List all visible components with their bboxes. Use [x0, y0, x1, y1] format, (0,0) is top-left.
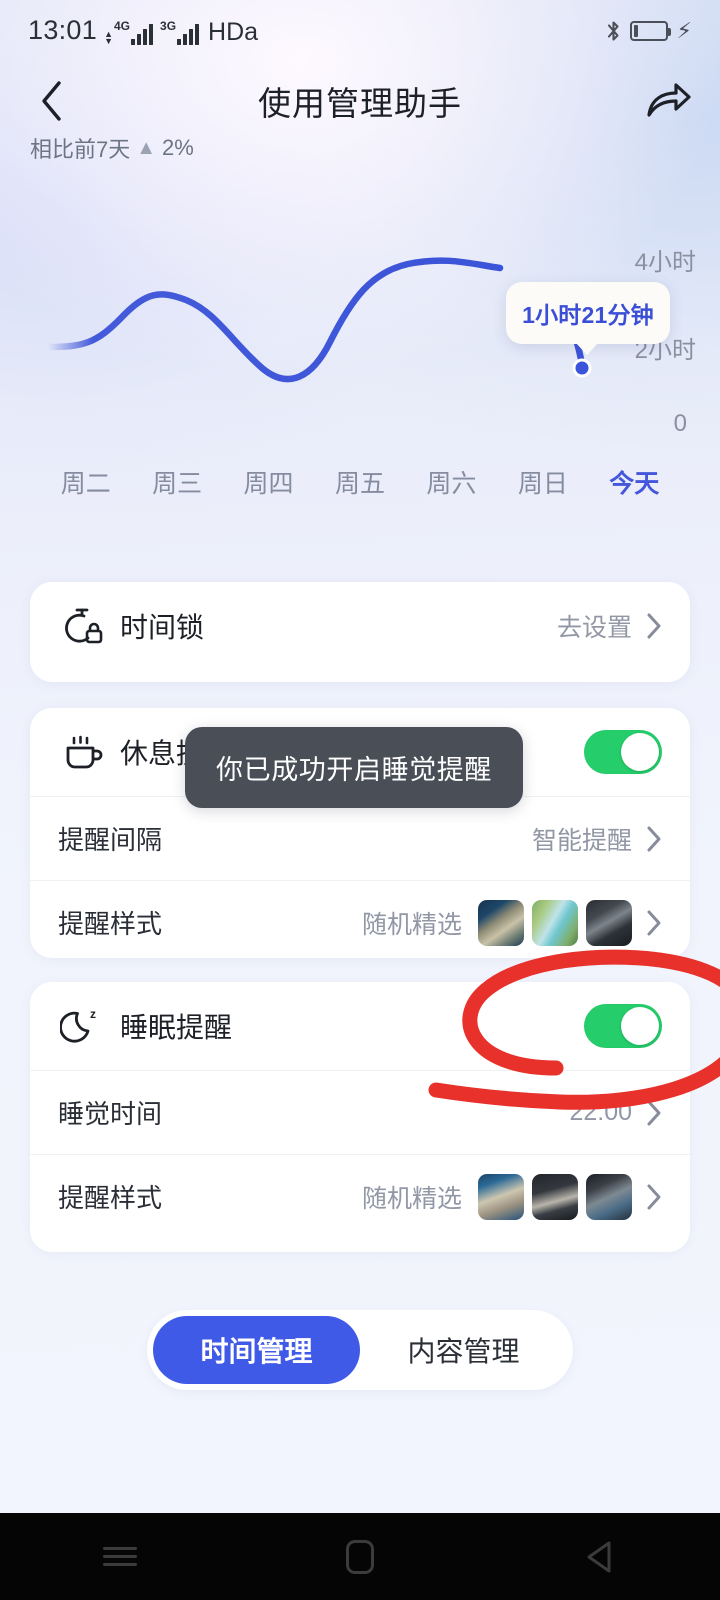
coffee-cup-icon [58, 730, 106, 774]
status-bar-left: 13:01 ▲ ▼ 4G 3G HDa [28, 14, 259, 46]
time-lock-title: 时间锁 [120, 612, 205, 643]
hd-voice-label: HDa [208, 17, 259, 46]
rocky-shore-thumbnail [586, 899, 632, 946]
break-interval-value: 智能提醒 [531, 826, 632, 855]
day-tab-sun[interactable]: 周日 [497, 464, 588, 500]
recents-icon [103, 1542, 137, 1571]
trend-up-icon: ▲ [136, 137, 157, 159]
day-tab-today[interactable]: 今天 [589, 464, 680, 500]
recents-button[interactable] [65, 1527, 175, 1587]
chevron-right-icon [646, 1183, 662, 1211]
toast-message: 你已成功开启睡觉提醒 [185, 727, 523, 808]
signal-4g-icon: ▲ ▼ 4G [104, 18, 154, 46]
app-bar: 使用管理助手 [0, 62, 720, 140]
nav-back-button[interactable] [545, 1527, 655, 1587]
trend-compare-label: 相比前7天 [30, 137, 131, 162]
network-type-1: 4G [114, 18, 131, 33]
tab-time-management[interactable]: 时间管理 [153, 1316, 360, 1384]
home-icon [346, 1539, 374, 1574]
day-tab-tue[interactable]: 周二 [40, 464, 131, 500]
sleep-style-thumbnails [478, 1173, 632, 1220]
bedtime-value: 22:00 [569, 1098, 632, 1126]
share-button[interactable] [642, 74, 696, 128]
bluetooth-icon [606, 19, 621, 43]
page-title: 使用管理助手 [258, 85, 462, 122]
status-time: 13:01 [28, 14, 98, 45]
data-arrows-icon: ▲ ▼ [104, 28, 113, 46]
chart-tooltip-value: 1小时21分钟 [522, 302, 654, 328]
time-lock-row[interactable]: 时间锁 去设置 [30, 582, 690, 670]
break-style-value: 随机精选 [361, 910, 462, 939]
dark-cliff-thumbnail [532, 1173, 578, 1220]
sleep-style-label: 提醒样式 [58, 1183, 163, 1213]
home-button[interactable] [305, 1527, 415, 1587]
tab-content-management[interactable]: 内容管理 [360, 1316, 567, 1384]
break-reminder-toggle[interactable] [584, 730, 662, 774]
night-shore-thumbnail [586, 1173, 632, 1220]
bottom-segmented-control: 时间管理 内容管理 [147, 1310, 573, 1390]
share-icon [647, 83, 691, 117]
sleep-reminder-card: z 睡眠提醒 睡觉时间 22:00 提醒样式 随机精选 [30, 982, 690, 1252]
toggle-knob [621, 1007, 659, 1045]
break-interval-label: 提醒间隔 [58, 825, 163, 855]
chevron-right-icon [646, 825, 662, 853]
charging-bolt-icon: ⚡ [676, 18, 692, 43]
nav-back-icon [587, 1541, 611, 1572]
stopwatch-lock-icon [58, 604, 106, 648]
green-river-thumbnail [532, 899, 578, 946]
signal-bars-2 [177, 23, 200, 45]
break-style-thumbnails [478, 899, 632, 946]
status-bar: 13:01 ▲ ▼ 4G 3G HDa ⚡ [0, 0, 720, 62]
battery-icon [629, 21, 671, 41]
chart-selected-point [575, 361, 589, 375]
y-axis-label-4h: 4小时 [634, 249, 696, 276]
sleep-reminder-toggle[interactable] [584, 1004, 662, 1048]
system-nav-bar [0, 1513, 720, 1600]
day-tab-fri[interactable]: 周五 [314, 464, 405, 500]
chart-day-axis: 周二 周三 周四 周五 周六 周日 今天 [0, 458, 720, 506]
signal-bars-1 [131, 23, 154, 45]
toggle-knob [621, 733, 659, 771]
y-axis-label-0: 0 [673, 410, 687, 437]
bedtime-row[interactable]: 睡觉时间 22:00 [30, 1070, 690, 1154]
chevron-right-icon [646, 612, 662, 640]
chevron-right-icon [646, 909, 662, 937]
sleep-style-value: 随机精选 [361, 1184, 462, 1213]
sleep-style-row[interactable]: 提醒样式 随机精选 [30, 1154, 690, 1238]
day-tab-thu[interactable]: 周四 [223, 464, 314, 500]
rocky-coast-thumbnail [478, 1173, 524, 1220]
trend-summary: 相比前7天 ▲ 2% [30, 132, 194, 164]
sleep-reminder-header-row: z 睡眠提醒 [30, 982, 690, 1070]
break-style-label: 提醒样式 [58, 909, 163, 939]
sleep-reminder-title: 睡眠提醒 [120, 1012, 233, 1043]
chart-line-path [44, 257, 504, 383]
coastal-cliff-thumbnail [478, 899, 524, 946]
usage-chart: 4小时 2小时 0 1小时21分钟 [0, 182, 720, 502]
toast-text: 你已成功开启睡觉提醒 [216, 755, 492, 785]
signal-3g-icon: 3G [160, 18, 200, 45]
chevron-right-icon [646, 1099, 662, 1127]
chart-tooltip: 1小时21分钟 [506, 282, 670, 355]
time-lock-card: 时间锁 去设置 [30, 582, 690, 682]
bedtime-label: 睡觉时间 [58, 1099, 163, 1129]
moon-sleep-icon: z [58, 1004, 106, 1048]
svg-text:z: z [90, 1007, 96, 1021]
phone-screen: 13:01 ▲ ▼ 4G 3G HDa ⚡ 使用管理助手 相比前7天 ▲ 2% … [0, 0, 720, 1600]
status-bar-right: ⚡ [606, 19, 692, 43]
trend-value: 2% [162, 135, 194, 160]
time-lock-action: 去设置 [556, 614, 632, 642]
break-interval-row[interactable]: 提醒间隔 智能提醒 [30, 796, 690, 880]
network-type-2: 3G [160, 18, 177, 33]
day-tab-wed[interactable]: 周三 [131, 464, 222, 500]
break-style-row[interactable]: 提醒样式 随机精选 [30, 880, 690, 958]
day-tab-sat[interactable]: 周六 [406, 464, 497, 500]
